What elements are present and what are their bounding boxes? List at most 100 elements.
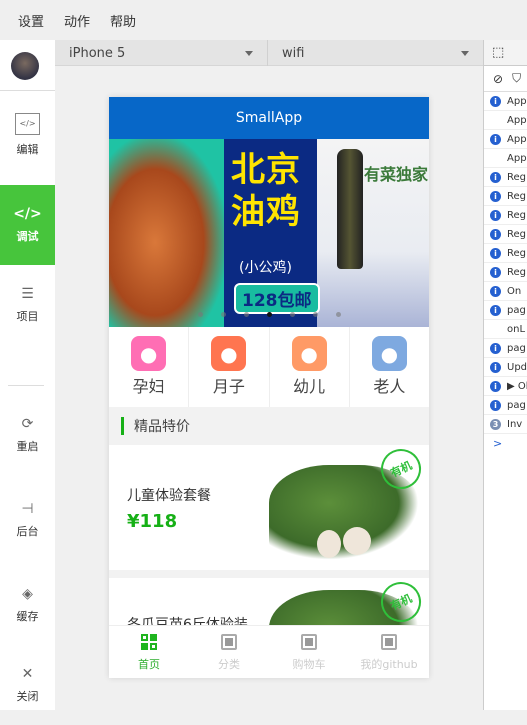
simulator-toolbar: iPhone 5 wifi [55, 40, 483, 66]
log-text: Reg [507, 209, 526, 221]
log-text: Reg [507, 171, 526, 183]
device-select[interactable]: iPhone 5 [55, 40, 268, 66]
product-price: ¥118 [127, 511, 178, 532]
info-icon: i [490, 342, 501, 354]
phone-simulator: SmallApp 北京油鸡 (小公鸡) 128包邮 有菜独家 ● 孕妇 ● 月子 ● 幼儿… [109, 97, 429, 678]
info-icon: i [490, 228, 501, 240]
log-text: On [507, 285, 522, 297]
info-icon: i [490, 247, 501, 259]
menu-actions[interactable]: 动作 [64, 11, 90, 30]
tab-cart[interactable]: 购物车 [269, 626, 349, 678]
console-prompt[interactable]: > [484, 434, 527, 453]
network-select[interactable]: wifi [268, 40, 483, 66]
inspect-element-icon[interactable]: ⬚ [492, 45, 504, 60]
carousel-dot[interactable] [266, 312, 272, 317]
log-text: App [507, 133, 527, 145]
sidebar: </> 编辑 </> 调试 ☰ 项目 ⟳ 重启 ⊣ 后台 ◈ 缓存 ✕ 关闭 [0, 40, 55, 710]
avatar[interactable] [11, 52, 39, 80]
log-entry[interactable]: 3 Inv [484, 415, 527, 434]
carousel-dot[interactable] [197, 312, 203, 317]
carousel-dot[interactable] [243, 312, 249, 317]
sidebar-item-project[interactable]: ☰ 项目 [0, 265, 55, 345]
egg-image [317, 530, 341, 558]
log-text: ▶ Ob [507, 380, 527, 392]
category-item[interactable]: ● 月子 [189, 327, 270, 407]
log-entry[interactable]: i pag [484, 339, 527, 358]
log-entry[interactable]: App [484, 149, 527, 168]
info-icon: i [490, 380, 501, 392]
tab-label: 购物车 [292, 658, 326, 671]
chip-icon [381, 634, 397, 650]
category-item[interactable]: ● 幼儿 [270, 327, 350, 407]
sidebar-item-close[interactable]: ✕ 关闭 [0, 645, 55, 725]
category-item[interactable]: ● 老人 [350, 327, 429, 407]
log-entry[interactable]: i ▶ Ob [484, 377, 527, 396]
log-entry[interactable]: i On [484, 282, 527, 301]
banner-side-text: 有菜独家 [364, 165, 429, 184]
console-toolbar: ⊘ ⛉ [484, 66, 527, 92]
menu-settings[interactable]: 设置 [18, 11, 44, 30]
carousel-dots [109, 312, 429, 317]
log-text: Reg [507, 228, 526, 240]
log-text: App [507, 152, 527, 164]
banner-carousel[interactable]: 北京油鸡 (小公鸡) 128包邮 有菜独家 [109, 139, 429, 327]
info-icon: i [490, 171, 501, 183]
product-title: 儿童体验套餐 [127, 488, 211, 504]
log-text: App [507, 114, 527, 126]
menu-help[interactable]: 帮助 [110, 11, 136, 30]
category-item[interactable]: ● 孕妇 [109, 327, 190, 407]
carousel-dot[interactable] [289, 312, 295, 317]
log-entry[interactable]: i Reg [484, 187, 527, 206]
carousel-dot[interactable] [220, 312, 226, 317]
log-entry[interactable]: i pag [484, 301, 527, 320]
category-label: 孕妇 [132, 377, 165, 396]
log-entry[interactable]: i Reg [484, 263, 527, 282]
sidebar-item-label: 缓存 [16, 610, 39, 623]
log-entry[interactable]: App [484, 111, 527, 130]
sidebar-item-edit[interactable]: </> 编辑 [0, 95, 55, 175]
devtools-panel: ⬚ ⊘ ⛉ i App App i App App i Reg i Reg i Reg i Reg i Reg i… [483, 40, 527, 710]
clear-console-icon[interactable]: ⊘ [493, 72, 503, 86]
egg-image [343, 527, 371, 555]
log-entry[interactable]: i Reg [484, 244, 527, 263]
divider [8, 385, 44, 386]
tab-category[interactable]: 分类 [189, 626, 269, 678]
tab-github[interactable]: 我的github [349, 626, 429, 678]
sidebar-item-label: 调试 [16, 230, 39, 243]
log-entry[interactable]: onL [484, 320, 527, 339]
section-header: 精品特价 [109, 407, 429, 445]
log-text: pag [507, 304, 526, 316]
code-icon: </> [15, 113, 40, 135]
background-icon: ⊣ [21, 501, 34, 517]
product-card[interactable]: 儿童体验套餐 ¥118 有机 [109, 442, 429, 570]
sidebar-item-restart[interactable]: ⟳ 重启 [0, 395, 55, 475]
chevron-down-icon [245, 50, 253, 56]
sidebar-item-background[interactable]: ⊣ 后台 [0, 480, 55, 560]
log-entry[interactable]: i Reg [484, 168, 527, 187]
log-text: onL [507, 323, 526, 335]
menu-bar: 设置 动作 帮助 [0, 0, 527, 40]
sidebar-item-cache[interactable]: ◈ 缓存 [0, 565, 55, 645]
category-label: 老人 [373, 377, 406, 396]
devtools-tabs: ⬚ [484, 40, 527, 66]
close-icon: ✕ [21, 666, 34, 682]
category-label: 幼儿 [293, 377, 326, 396]
log-entry[interactable]: i Reg [484, 206, 527, 225]
filter-icon[interactable]: ⛉ [512, 71, 521, 86]
carousel-dot[interactable] [335, 312, 341, 317]
log-entry[interactable]: i Upd [484, 358, 527, 377]
carousel-dot[interactable] [312, 312, 318, 317]
log-entry[interactable]: i pag [484, 396, 527, 415]
tab-home[interactable]: 首页 [109, 626, 189, 678]
sidebar-item-debug[interactable]: </> 调试 [0, 185, 55, 265]
info-icon: i [490, 209, 501, 221]
category-row: ● 孕妇 ● 月子 ● 幼儿 ● 老人 [109, 327, 429, 407]
info-icon: i [490, 399, 501, 411]
device-value: iPhone 5 [69, 45, 126, 61]
log-text: App [507, 95, 527, 107]
bottle-image [337, 149, 363, 269]
info-icon: i [490, 361, 501, 373]
log-entry[interactable]: i App [484, 92, 527, 111]
log-entry[interactable]: i Reg [484, 225, 527, 244]
log-entry[interactable]: i App [484, 130, 527, 149]
